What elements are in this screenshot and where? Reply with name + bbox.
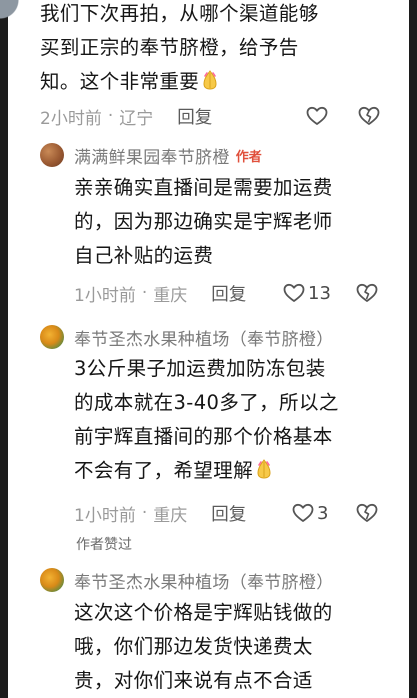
comment-time: 1小时前 <box>74 285 136 306</box>
comment-time: 1小时前 <box>74 505 136 526</box>
comment-1-actions <box>306 102 328 130</box>
like-button[interactable] <box>306 106 328 126</box>
like-button[interactable]: 3 <box>292 503 328 524</box>
avatar[interactable] <box>40 568 64 592</box>
separator-dot: · <box>141 283 148 303</box>
comment-time: 2小时前 <box>40 108 102 129</box>
comment-location: 辽宁 <box>119 108 154 129</box>
comment-3-actions: 3 <box>292 499 328 527</box>
comment-1-text: 我们下次再拍，从哪个渠道能够 买到正宗的奉节脐橙，给予告 知。这个非常重要 <box>40 0 390 99</box>
comment-text-line: 我们下次再拍，从哪个渠道能够 <box>40 2 319 25</box>
dislike-button[interactable] <box>358 106 380 126</box>
comment-1-dislike <box>358 102 380 130</box>
avatar[interactable] <box>40 143 64 167</box>
like-count: 3 <box>317 502 329 524</box>
comment-2-author-row: 满满鲜果园奉节脐橙 作者 <box>40 141 262 169</box>
comment-2-actions: 13 <box>283 279 331 307</box>
comment-4-text: 这次这个价格是宇辉贴钱做的 哦，你们那边发货快递费太 贵，对你们来说有点不合适 <box>74 596 396 698</box>
comment-text-line: 3公斤果子加运费加防冻包装 <box>74 357 326 380</box>
comment-2-text: 亲亲确实直播间是需要加运费 的，因为那边确实是宇辉老师 自己补贴的运费 <box>74 171 396 273</box>
partial-avatar <box>0 0 24 22</box>
comment-3-dislike <box>356 499 378 527</box>
comment-text-line: 贵，对你们来说有点不合适 <box>74 669 313 692</box>
comment-text-line: 亲亲确实直播间是需要加运费 <box>74 176 333 199</box>
reply-button[interactable]: 回复 <box>211 281 246 306</box>
author-name[interactable]: 满满鲜果园奉节脐橙 <box>74 143 230 168</box>
comment-1-meta: 2小时前 · 辽宁 回复 <box>40 102 212 130</box>
avatar[interactable] <box>40 325 64 349</box>
comment-4-author-row: 奉节圣杰水果种植场（奉节脐橙） <box>40 566 334 594</box>
folded-hands-emoji <box>257 459 271 479</box>
broken-heart-outline-icon <box>358 106 380 125</box>
reply-button[interactable]: 回复 <box>211 501 246 526</box>
comment-3-text: 3公斤果子加运费加防冻包装 的成本就在3-40多了，所以之 前宇辉直播间的那个价… <box>74 352 396 488</box>
comment-3-meta: 1小时前 · 重庆 回复 <box>74 499 246 527</box>
dislike-button[interactable] <box>356 503 378 523</box>
liked-by-author-note: 作者赞过 <box>76 537 132 553</box>
like-count: 13 <box>308 282 331 304</box>
comment-location: 重庆 <box>153 505 188 526</box>
separator-dot: · <box>107 106 114 126</box>
comment-text-line: 不会有了，希望理解 <box>74 454 396 488</box>
comment-text-line: 这次这个价格是宇辉贴钱做的 <box>74 601 333 624</box>
reply-button[interactable]: 回复 <box>177 104 212 129</box>
comment-text-line: 哦，你们那边发货快递费太 <box>74 635 313 658</box>
comment-text-line: 知。这个非常重要 <box>40 65 390 99</box>
comment-text-line: 前宇辉直播间的那个价格基本 <box>74 425 333 448</box>
folded-hands-emoji <box>203 70 217 90</box>
comment-location: 重庆 <box>153 285 188 306</box>
comment-text-line: 自己补贴的运费 <box>74 244 214 267</box>
right-frame-edge <box>409 0 417 698</box>
dislike-button[interactable] <box>356 283 378 303</box>
heart-outline-icon <box>283 283 305 302</box>
comment-text-line: 的，因为那边确实是宇辉老师 <box>74 210 333 233</box>
heart-outline-icon <box>292 503 314 522</box>
author-name[interactable]: 奉节圣杰水果种植场（奉节脐橙） <box>74 325 334 350</box>
comment-text-line: 的成本就在3-40多了，所以之 <box>74 391 339 414</box>
separator-dot: · <box>141 503 148 523</box>
heart-outline-icon <box>306 106 328 125</box>
left-frame-edge <box>0 0 8 698</box>
comment-2-meta: 1小时前 · 重庆 回复 <box>74 279 246 307</box>
broken-heart-outline-icon <box>356 283 378 302</box>
broken-heart-outline-icon <box>356 503 378 522</box>
comment-3-author-row: 奉节圣杰水果种植场（奉节脐橙） <box>40 323 334 351</box>
like-button[interactable]: 13 <box>283 283 331 304</box>
author-tag: 作者 <box>235 149 262 165</box>
comment-text-line: 买到正宗的奉节脐橙，给予告 <box>40 36 299 59</box>
comment-2-dislike <box>356 279 378 307</box>
author-name[interactable]: 奉节圣杰水果种植场（奉节脐橙） <box>74 568 334 593</box>
